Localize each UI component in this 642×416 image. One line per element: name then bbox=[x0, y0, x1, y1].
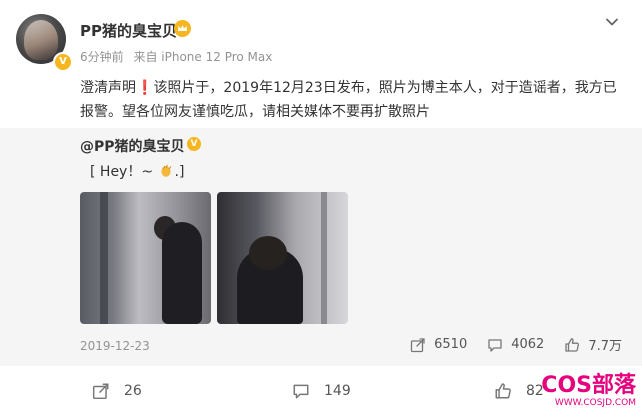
exclamation-icon: ❗ bbox=[136, 80, 154, 96]
thumbs-up-icon bbox=[495, 383, 511, 399]
post-source[interactable]: 来自 iPhone 12 Pro Max bbox=[133, 50, 272, 64]
repost-date: 2019-12-23 bbox=[80, 339, 150, 353]
repost-card[interactable]: @PP猪的臭宝贝 V [ Hey！~ .] 2019-12-23 6510 40… bbox=[0, 128, 642, 366]
post-text-part2: 该照片于，2019年12月23日发布，照片为博主本人，对于造谣者，我方已报警。望… bbox=[80, 80, 617, 120]
repost-photo-2[interactable] bbox=[217, 192, 348, 324]
post-body: 澄清声明❗该照片于，2019年12月23日发布，照片为博主本人，对于造谣者，我方… bbox=[80, 76, 625, 124]
share-count: 26 bbox=[124, 383, 142, 399]
repost-like-count: 7.7万 bbox=[588, 339, 622, 354]
repost-like-stat[interactable]: 7.7万 bbox=[564, 335, 622, 354]
share-icon bbox=[410, 337, 425, 352]
repost-share-count: 6510 bbox=[434, 337, 468, 352]
post-time: 6分钟前 bbox=[80, 50, 124, 64]
repost-text: [ Hey！~ .] bbox=[90, 161, 184, 181]
photo-door bbox=[321, 192, 327, 324]
comment-button[interactable]: 149 bbox=[292, 382, 351, 400]
repost-comment-count: 4062 bbox=[511, 337, 545, 352]
watermark-logo: COS部落 bbox=[541, 373, 636, 398]
share-icon bbox=[92, 383, 109, 400]
post-username[interactable]: PP猪的臭宝贝 bbox=[80, 20, 177, 41]
avatar-image bbox=[24, 20, 58, 60]
clapping-hands-icon bbox=[159, 163, 174, 178]
repost-share-stat[interactable]: 6510 bbox=[410, 337, 467, 353]
photo-figure-head bbox=[249, 236, 287, 270]
comment-icon bbox=[488, 338, 502, 352]
repost-username[interactable]: @PP猪的臭宝贝 bbox=[80, 136, 185, 156]
photo-door bbox=[100, 192, 108, 324]
comment-icon bbox=[293, 384, 309, 399]
photo-figure bbox=[162, 222, 202, 324]
repost-photo-1[interactable] bbox=[80, 192, 211, 324]
verified-badge-icon: V bbox=[187, 137, 201, 151]
watermark: COS部落 WWW.COSJD.COM bbox=[520, 374, 636, 410]
verified-badge-icon: V bbox=[53, 52, 73, 72]
comment-count: 149 bbox=[324, 383, 351, 399]
chevron-down-icon[interactable] bbox=[604, 14, 620, 30]
repost-text-after: .] bbox=[174, 164, 185, 180]
crown-icon bbox=[174, 20, 191, 37]
post-text-part1: 澄清声明 bbox=[80, 80, 136, 96]
share-button[interactable]: 26 bbox=[92, 382, 142, 400]
repost-text-before: [ Hey！~ bbox=[90, 164, 154, 180]
repost-comment-stat[interactable]: 4062 bbox=[487, 337, 544, 353]
thumbs-up-icon bbox=[565, 337, 580, 352]
post-meta: 6分钟前 来自 iPhone 12 Pro Max bbox=[80, 48, 272, 65]
watermark-site: WWW.COSJD.COM bbox=[554, 398, 636, 408]
repost-stats: 6510 4062 7.7万 bbox=[390, 335, 622, 354]
